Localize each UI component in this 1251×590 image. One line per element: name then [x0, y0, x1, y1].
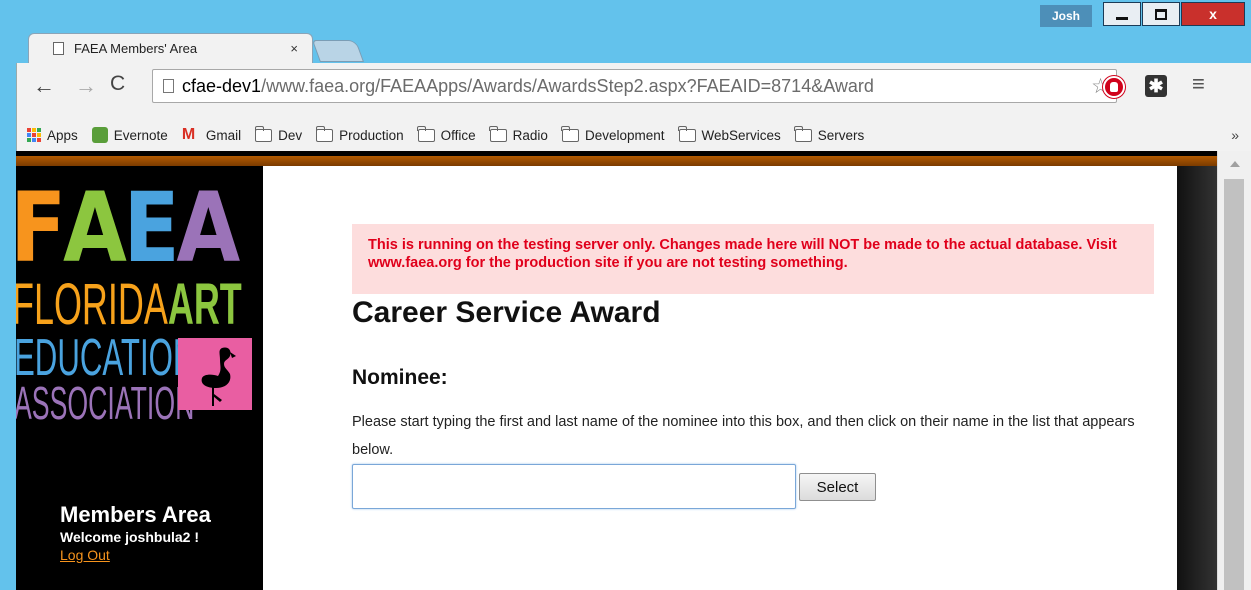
bookmark-label: Radio: [512, 127, 548, 143]
extension-icon[interactable]: ✱: [1145, 75, 1167, 97]
bookmark-gmail[interactable]: M Gmail: [181, 126, 242, 143]
logo-florida: FLORIDA: [16, 272, 168, 337]
members-panel: Members Area Welcome joshbula2 ! Log Out: [60, 502, 211, 565]
nominee-heading: Nominee:: [352, 366, 448, 389]
welcome-suffix: !: [190, 529, 200, 545]
logo-association: ASSOCIATION: [16, 377, 195, 429]
logo-education: EDUCATION: [16, 329, 196, 387]
main-content: This is running on the testing server on…: [263, 166, 1177, 590]
tab-title: FAEA Members' Area: [74, 41, 198, 56]
welcome-text: Welcome joshbula2 !: [60, 528, 211, 546]
bookmark-label: WebServices: [701, 127, 781, 143]
bookmark-development[interactable]: Development: [561, 125, 665, 143]
apps-grid-icon: [27, 128, 41, 142]
bookmark-label: Office: [440, 127, 476, 143]
welcome-prefix: Welcome: [60, 529, 126, 545]
bookmark-apps[interactable]: Apps: [27, 128, 78, 143]
bookmarks-overflow-icon[interactable]: »: [1231, 127, 1239, 143]
bookmark-radio[interactable]: Radio: [489, 125, 548, 143]
logo-florida-art: FLORIDAART: [16, 276, 242, 334]
profile-badge[interactable]: Josh: [1040, 5, 1092, 27]
sidebar: FAEA FLORIDAART EDUCATION ASSOCIATION: [16, 166, 263, 590]
logo-letter: A: [176, 172, 240, 284]
minimize-button[interactable]: [1103, 2, 1141, 26]
browser-window: Josh x FAEA Members' Area × ← → C cfae-d…: [0, 0, 1251, 590]
address-bar[interactable]: cfae-dev1/www.faea.org/FAEAApps/Awards/A…: [152, 69, 1117, 103]
folder-icon: [417, 125, 435, 142]
folder-icon: [678, 125, 696, 142]
adblock-extension-icon[interactable]: [1103, 76, 1125, 98]
logo-faea-letters: FAEA: [16, 172, 240, 284]
bookmark-evernote[interactable]: Evernote: [91, 127, 168, 143]
logo-letter: F: [16, 180, 66, 276]
nominee-instructions: Please start typing the first and last n…: [352, 414, 1135, 458]
bookmark-servers[interactable]: Servers: [794, 125, 865, 143]
folder-icon: [561, 125, 579, 142]
maximize-button[interactable]: [1142, 2, 1180, 26]
bookmark-label: Apps: [47, 127, 78, 143]
testing-server-warning: This is running on the testing server on…: [352, 224, 1154, 294]
page-right-border: [1177, 166, 1217, 590]
page-title: Career Service Award: [352, 296, 661, 329]
faea-logo: FAEA FLORIDAART EDUCATION ASSOCIATION: [16, 172, 263, 444]
bookmark-label: Servers: [817, 127, 865, 143]
bookmarks-bar: Apps Evernote M Gmail Dev Production Off…: [16, 119, 1251, 151]
evernote-icon: [91, 127, 108, 143]
bookmark-label: Dev: [278, 127, 303, 143]
folder-icon: [489, 125, 507, 142]
close-icon: x: [1209, 6, 1217, 22]
chrome-menu-icon[interactable]: ≡: [1192, 71, 1205, 97]
vertical-scrollbar[interactable]: [1217, 151, 1251, 590]
page-icon: [53, 42, 64, 55]
reload-icon[interactable]: C: [110, 72, 125, 96]
page-info-icon[interactable]: [163, 79, 174, 93]
nominee-search-input[interactable]: [352, 464, 796, 509]
bookmark-label: Production: [339, 127, 404, 143]
logout-link[interactable]: Log Out: [60, 547, 110, 563]
bookmark-label: Development: [584, 127, 665, 143]
browser-tab[interactable]: FAEA Members' Area ×: [28, 33, 313, 63]
header-bar: [16, 156, 1217, 166]
bookmark-label: Evernote: [113, 127, 168, 143]
bookmark-label: Gmail: [205, 127, 242, 143]
url-host: cfae-dev1: [182, 75, 262, 96]
bookmark-production[interactable]: Production: [315, 125, 404, 143]
logo-art: ART: [167, 272, 242, 337]
minimize-icon: [1116, 16, 1128, 20]
scroll-up-arrow-icon[interactable]: [1230, 161, 1240, 167]
url-path: /www.faea.org/FAEAApps/Awards/AwardsStep…: [261, 75, 874, 96]
members-area-heading: Members Area: [60, 502, 211, 527]
back-arrow-icon[interactable]: ←: [33, 73, 55, 99]
bookmark-office[interactable]: Office: [417, 125, 476, 143]
forward-arrow-icon[interactable]: →: [75, 73, 97, 99]
browser-toolbar: ← → C cfae-dev1/www.faea.org/FAEAApps/Aw…: [16, 63, 1251, 119]
bookmark-webservices[interactable]: WebServices: [678, 125, 781, 143]
select-button[interactable]: Select: [799, 473, 876, 501]
new-tab-button[interactable]: [311, 40, 365, 62]
username: joshbula2: [125, 529, 191, 545]
folder-icon: [315, 125, 334, 142]
page-viewport: FAEA FLORIDAART EDUCATION ASSOCIATION: [16, 151, 1251, 590]
folder-icon: [794, 125, 812, 142]
logo-letter: A: [62, 172, 127, 284]
tab-close-icon[interactable]: ×: [290, 41, 298, 56]
logo-letter: E: [123, 172, 179, 284]
logo-lower: EDUCATION ASSOCIATION: [16, 329, 263, 444]
flamingo-icon: [178, 338, 252, 410]
maximize-icon: [1155, 8, 1167, 20]
gmail-icon: M: [181, 126, 196, 143]
scroll-thumb[interactable]: [1224, 179, 1244, 590]
bookmark-dev[interactable]: Dev: [254, 125, 303, 143]
close-window-button[interactable]: x: [1181, 2, 1245, 26]
folder-icon: [254, 125, 273, 142]
